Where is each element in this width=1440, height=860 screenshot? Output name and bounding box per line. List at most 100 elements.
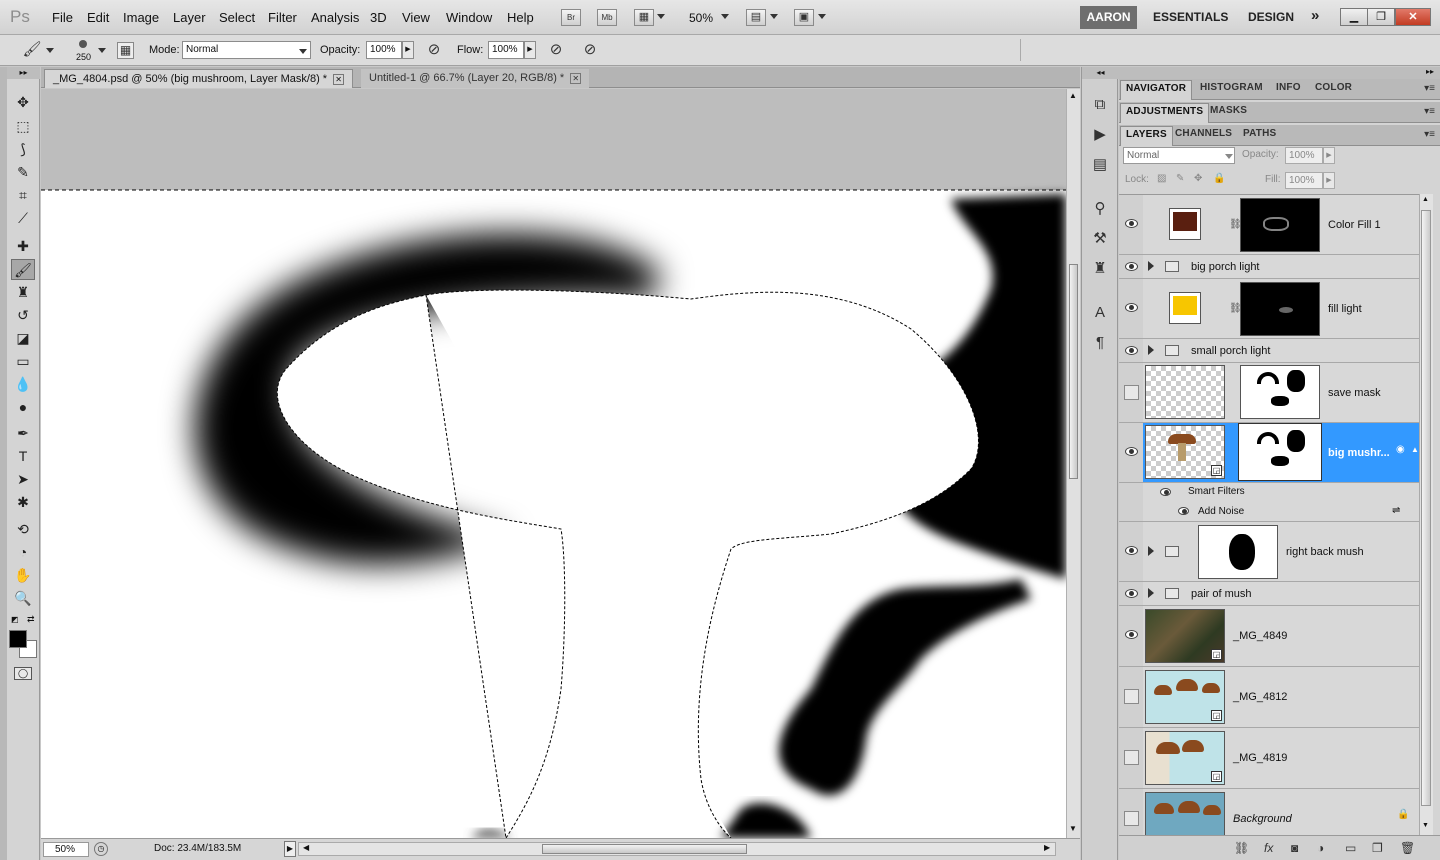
brush-tool-icon[interactable]: 🖌 — [22, 40, 42, 60]
zoom-field[interactable]: 50% — [43, 842, 89, 857]
quick-mask-icon[interactable]: ◯ — [14, 667, 32, 680]
history-icon[interactable]: ⧉ — [1090, 95, 1110, 115]
layer-row-selected[interactable]: ◲ big mushr... ◉ ▲ — [1143, 423, 1419, 483]
flow-stepper[interactable]: ▶ — [524, 41, 536, 59]
fill-stepper[interactable]: ▶ — [1323, 172, 1335, 189]
scroll-thumb[interactable] — [542, 844, 747, 854]
swap-colors-icon[interactable]: ⇄ — [27, 614, 35, 625]
menu-filter[interactable]: Filter — [268, 10, 297, 25]
default-colors-icon[interactable]: ◩ — [11, 615, 19, 624]
eye-icon[interactable] — [1125, 303, 1138, 312]
filter-options-icon[interactable]: ⇌ — [1392, 505, 1400, 516]
visibility-cell[interactable] — [1119, 339, 1143, 363]
flow-input[interactable]: 100% — [488, 41, 524, 59]
lock-transparency-icon[interactable]: ▨ — [1157, 173, 1166, 184]
close-button[interactable]: ✕ — [1395, 8, 1431, 26]
layer-opacity-input[interactable]: 100% — [1285, 147, 1323, 164]
menu-edit[interactable]: Edit — [87, 10, 109, 25]
menu-select[interactable]: Select — [219, 10, 255, 25]
more-workspaces-icon[interactable]: » — [1311, 7, 1319, 24]
status-menu-icon[interactable]: ▶ — [284, 841, 296, 857]
layer-row[interactable]: ◲ _MG_4812 — [1143, 667, 1419, 728]
gradient-tool-icon[interactable]: ▭ — [11, 351, 35, 372]
foreground-color-swatch[interactable] — [9, 630, 27, 648]
view-extras-button[interactable]: ▦ — [634, 9, 654, 26]
mini-bridge-button[interactable]: Mb — [597, 9, 617, 26]
lock-position-icon[interactable]: ✥ — [1194, 173, 1202, 184]
document-canvas[interactable] — [41, 89, 1066, 838]
expand-arrow-icon[interactable] — [1148, 588, 1154, 598]
layer-opacity-stepper[interactable]: ▶ — [1323, 147, 1335, 164]
visibility-cell[interactable] — [1119, 363, 1143, 423]
zoom-level[interactable]: 50% — [689, 11, 713, 25]
chevron-down-icon[interactable] — [299, 49, 307, 54]
layer-row[interactable]: save mask — [1143, 363, 1419, 423]
restore-button[interactable]: ❐ — [1367, 8, 1395, 26]
tab-paths[interactable]: PATHS — [1243, 128, 1276, 139]
tab-navigator[interactable]: NAVIGATOR — [1120, 80, 1193, 100]
visibility-cell[interactable] — [1119, 582, 1143, 606]
panel-header[interactable]: ▸▸ — [1119, 67, 1440, 79]
menu-3d[interactable]: 3D — [370, 10, 387, 25]
eye-icon[interactable] — [1160, 488, 1171, 496]
bridge-button[interactable]: Br — [561, 9, 581, 26]
clone-stamp-tool-icon[interactable]: ♜ — [11, 282, 35, 303]
tablet-size-icon[interactable]: ⊘ — [580, 40, 600, 60]
tab-untitled-1[interactable]: Untitled-1 @ 66.7% (Layer 20, RGB/8) * ✕ — [361, 69, 590, 88]
workspace-design[interactable]: DESIGN — [1248, 10, 1294, 24]
eye-icon[interactable] — [1125, 219, 1138, 228]
layer-row[interactable]: ⛓ fill light — [1143, 279, 1419, 339]
hand-tool-icon[interactable]: ✋ — [11, 565, 35, 586]
menu-help[interactable]: Help — [507, 10, 534, 25]
expand-arrow-icon[interactable] — [1148, 261, 1154, 271]
airbrush-icon[interactable]: ⊘ — [546, 40, 566, 60]
opacity-input[interactable]: 100% — [366, 41, 402, 59]
marquee-tool-icon[interactable]: ⬚ — [11, 116, 35, 137]
scroll-down-icon[interactable]: ▼ — [1069, 824, 1077, 833]
tool-presets-icon[interactable]: ⚒ — [1090, 229, 1110, 249]
tab-adjustments[interactable]: ADJUSTMENTS — [1120, 103, 1210, 123]
visibility-cell[interactable] — [1119, 789, 1143, 836]
layer-group-row[interactable]: right back mush — [1143, 522, 1419, 582]
visibility-cell[interactable] — [1119, 606, 1143, 667]
healing-brush-tool-icon[interactable]: ✚ — [11, 236, 35, 257]
panel-menu-icon[interactable]: ▾≡ — [1424, 106, 1435, 117]
chevron-down-icon[interactable] — [818, 14, 826, 19]
layer-row[interactable]: ◲ _MG_4819 — [1143, 728, 1419, 789]
visibility-toggle[interactable] — [1124, 750, 1139, 765]
layer-group-row[interactable]: big porch light — [1143, 255, 1419, 279]
tab-masks[interactable]: MASKS — [1210, 105, 1247, 116]
expand-icon[interactable]: ◂◂ — [1082, 67, 1119, 79]
pen-tool-icon[interactable]: ✒ — [11, 423, 35, 444]
tab-mg-4804[interactable]: _MG_4804.psd @ 50% (big mushroom, Layer … — [44, 69, 354, 88]
delete-layer-icon[interactable]: 🗑 — [1400, 841, 1415, 855]
menu-image[interactable]: Image — [123, 10, 159, 25]
horizontal-scrollbar[interactable]: ◀ ▶ — [298, 842, 1056, 856]
layer-row[interactable]: ⛓ Color Fill 1 — [1143, 195, 1419, 255]
menu-layer[interactable]: Layer — [173, 10, 206, 25]
scroll-thumb[interactable] — [1421, 210, 1431, 806]
minimize-button[interactable]: ▁ — [1340, 8, 1368, 26]
notes-icon[interactable]: ▤ — [1090, 155, 1110, 175]
lock-all-icon[interactable]: 🔒 — [1213, 173, 1225, 184]
brush-panel-icon[interactable]: ▦ — [117, 42, 134, 59]
layer-row[interactable]: ◲ _MG_4849 — [1143, 606, 1419, 667]
zoom-tool-icon[interactable]: 🔍 — [11, 588, 35, 609]
mode-select[interactable]: Normal — [182, 41, 311, 59]
character-icon[interactable]: A — [1090, 303, 1110, 323]
close-icon[interactable]: ✕ — [333, 73, 345, 85]
paragraph-icon[interactable]: ¶ — [1090, 333, 1110, 353]
scroll-left-icon[interactable]: ◀ — [303, 843, 309, 852]
chevron-down-icon[interactable] — [1225, 154, 1233, 159]
close-icon[interactable]: ✕ — [570, 72, 582, 84]
crop-tool-icon[interactable]: ⌗ — [11, 185, 35, 206]
type-tool-icon[interactable]: T — [11, 446, 35, 467]
tab-info[interactable]: INFO — [1276, 82, 1301, 93]
lasso-tool-icon[interactable]: ⟆ — [11, 139, 35, 160]
3d-orbit-tool-icon[interactable]: ◔ — [11, 542, 35, 563]
3d-rotate-tool-icon[interactable]: ⟲ — [11, 519, 35, 540]
menu-analysis[interactable]: Analysis — [311, 10, 359, 25]
chevron-down-icon[interactable] — [657, 14, 665, 19]
blend-mode-select[interactable]: Normal — [1123, 147, 1235, 164]
history-brush-tool-icon[interactable]: ↺ — [11, 305, 35, 326]
